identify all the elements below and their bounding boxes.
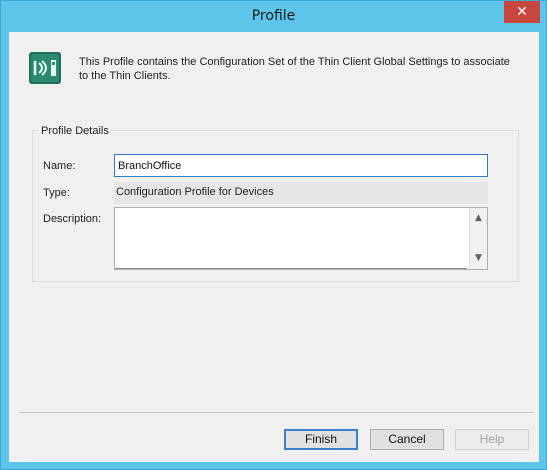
description-label: Description: [43, 213, 102, 225]
dialog-body: This Profile contains the Configuration … [9, 32, 539, 462]
profile-description-text: This Profile contains the Configuration … [79, 56, 510, 82]
type-label: Type: [43, 187, 70, 199]
description-input[interactable] [115, 208, 468, 269]
type-field: Configuration Profile for Devices [114, 182, 488, 204]
button-separator [19, 412, 534, 413]
description-scrollbar[interactable]: ▲ ▼ [469, 208, 487, 269]
cancel-button[interactable]: Cancel [370, 429, 444, 450]
scroll-down-icon[interactable]: ▼ [471, 250, 486, 267]
help-button[interactable]: Help [455, 429, 529, 450]
title-bar[interactable]: Profile ✕ [1, 1, 546, 33]
scroll-up-icon[interactable]: ▲ [471, 210, 486, 227]
finish-button[interactable]: Finish [284, 429, 358, 450]
name-label: Name: [43, 160, 76, 172]
description-field[interactable]: ▲ ▼ [114, 207, 488, 270]
close-button[interactable]: ✕ [504, 1, 540, 23]
window-title: Profile [251, 8, 296, 24]
profile-details-label: Profile Details [39, 125, 111, 137]
profile-dialog: Profile ✕ This Profile contains the Conf… [0, 0, 547, 470]
name-input[interactable] [114, 154, 488, 177]
thin-client-icon [29, 52, 61, 84]
description-underline [115, 268, 467, 269]
